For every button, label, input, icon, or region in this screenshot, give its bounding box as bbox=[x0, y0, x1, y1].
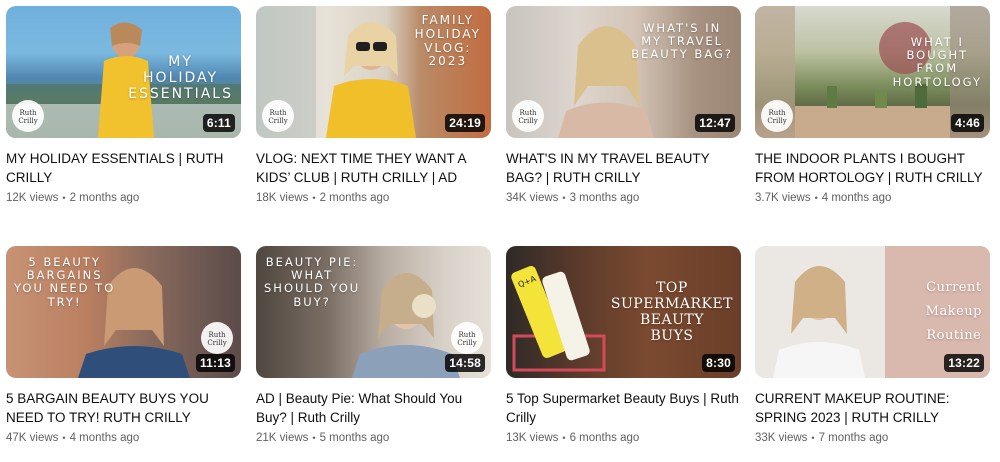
upload-age: 5 months ago bbox=[319, 432, 390, 444]
video-card[interactable]: FAMILY HOLIDAY VLOG: 2023 Ruth Crilly 24:… bbox=[256, 6, 491, 204]
upload-age: 3 months ago bbox=[569, 192, 640, 204]
svg-text:Ruth: Ruth bbox=[519, 109, 537, 117]
video-card[interactable]: Current Makeup Routine 13:22 CURRENT MAK… bbox=[755, 246, 990, 444]
view-count: 34K views bbox=[506, 192, 559, 204]
view-count: 21K views bbox=[256, 432, 309, 444]
video-card[interactable]: WHAT'S IN MY TRAVEL BEAUTY BAG? Ruth Cril… bbox=[506, 6, 741, 204]
svg-text:Ruth: Ruth bbox=[458, 331, 476, 339]
thumbnail-caption: WHAT I BOUGHT FROM HORTOLOGY bbox=[892, 35, 982, 89]
video-thumbnail[interactable]: WHAT I BOUGHT FROM HORTOLOGY Ruth Crilly … bbox=[755, 6, 990, 138]
video-title[interactable]: 5 Top Supermarket Beauty Buys | Ruth Cri… bbox=[506, 389, 741, 427]
video-card[interactable]: WHAT I BOUGHT FROM HORTOLOGY Ruth Crilly … bbox=[755, 6, 990, 204]
video-duration: 12:47 bbox=[695, 114, 735, 132]
video-thumbnail[interactable]: BEAUTY PIE: WHAT SHOULD YOU BUY? Ruth Cri… bbox=[256, 246, 491, 378]
upload-age: 2 months ago bbox=[319, 192, 390, 204]
meta-separator: • bbox=[312, 433, 316, 443]
video-thumbnail[interactable]: 5 BEAUTY BARGAINS YOU NEED TO TRY! Ruth C… bbox=[6, 246, 241, 378]
video-meta: 13K views • 6 months ago bbox=[506, 432, 741, 444]
thumbnail-caption: MY HOLIDAY ESSENTIALS bbox=[128, 54, 233, 103]
thumbnail-caption: Current Makeup Routine bbox=[925, 280, 982, 344]
video-meta: 18K views • 2 months ago bbox=[256, 192, 491, 204]
upload-age: 4 months ago bbox=[69, 432, 140, 444]
upload-age: 2 months ago bbox=[69, 192, 140, 204]
view-count: 3.7K views bbox=[755, 192, 811, 204]
view-count: 33K views bbox=[755, 432, 808, 444]
view-count: 18K views bbox=[256, 192, 309, 204]
channel-logo-icon: Ruth Crilly bbox=[262, 100, 294, 132]
svg-text:Ruth: Ruth bbox=[269, 109, 287, 117]
channel-logo-icon: Ruth Crilly bbox=[761, 100, 793, 132]
video-grid: MY HOLIDAY ESSENTIALS Ruth Crilly 6:11 MY… bbox=[0, 0, 1000, 462]
channel-logo-icon: Ruth Crilly bbox=[451, 322, 483, 354]
meta-separator: • bbox=[62, 433, 66, 443]
video-duration: 24:19 bbox=[445, 114, 485, 132]
video-card[interactable]: 5 BEAUTY BARGAINS YOU NEED TO TRY! Ruth C… bbox=[6, 246, 241, 444]
svg-text:Crilly: Crilly bbox=[518, 117, 537, 125]
view-count: 47K views bbox=[6, 432, 59, 444]
svg-text:Ruth: Ruth bbox=[208, 331, 226, 339]
meta-separator: • bbox=[312, 193, 316, 203]
video-title[interactable]: 5 BARGAIN BEAUTY BUYS YOU NEED TO TRY! R… bbox=[6, 389, 241, 427]
meta-separator: • bbox=[562, 193, 566, 203]
video-title[interactable]: CURRENT MAKEUP ROUTINE: SPRING 2023 | RU… bbox=[755, 389, 990, 427]
video-meta: 21K views • 5 months ago bbox=[256, 432, 491, 444]
video-thumbnail[interactable]: WHAT'S IN MY TRAVEL BEAUTY BAG? Ruth Cril… bbox=[506, 6, 741, 138]
svg-text:Crilly: Crilly bbox=[268, 117, 287, 125]
svg-text:Crilly: Crilly bbox=[18, 117, 37, 125]
video-duration: 11:13 bbox=[195, 354, 235, 372]
video-duration: 13:22 bbox=[944, 354, 984, 372]
video-meta: 33K views • 7 months ago bbox=[755, 432, 990, 444]
thumbnail-caption: FAMILY HOLIDAY VLOG: 2023 bbox=[414, 13, 481, 69]
channel-logo-icon: Ruth Crilly bbox=[201, 322, 233, 354]
thumbnail-caption: 5 BEAUTY BARGAINS YOU NEED TO TRY! bbox=[14, 255, 116, 309]
meta-separator: • bbox=[62, 193, 66, 203]
video-duration: 4:46 bbox=[951, 114, 984, 132]
svg-text:Ruth: Ruth bbox=[19, 109, 37, 117]
video-title[interactable]: AD | Beauty Pie: What Should You Buy? | … bbox=[256, 389, 491, 427]
svg-text:Crilly: Crilly bbox=[457, 339, 476, 347]
channel-logo-icon: Ruth Crilly bbox=[12, 100, 44, 132]
thumbnail-caption: WHAT'S IN MY TRAVEL BEAUTY BAG? bbox=[631, 21, 733, 62]
upload-age: 7 months ago bbox=[818, 432, 889, 444]
video-meta: 34K views • 3 months ago bbox=[506, 192, 741, 204]
svg-text:Crilly: Crilly bbox=[767, 117, 786, 125]
svg-text:Ruth: Ruth bbox=[768, 109, 786, 117]
view-count: 12K views bbox=[6, 192, 59, 204]
upload-age: 6 months ago bbox=[569, 432, 640, 444]
thumbnail-caption: BEAUTY PIE: WHAT SHOULD YOU BUY? bbox=[264, 255, 361, 309]
video-duration: 14:58 bbox=[445, 354, 485, 372]
view-count: 13K views bbox=[506, 432, 559, 444]
video-thumbnail[interactable]: Q+A TOP SUPERMARKET BEAUTY BUYS 8:30 bbox=[506, 246, 741, 378]
meta-separator: • bbox=[811, 433, 815, 443]
video-thumbnail[interactable]: MY HOLIDAY ESSENTIALS Ruth Crilly 6:11 bbox=[6, 6, 241, 138]
upload-age: 4 months ago bbox=[821, 192, 892, 204]
video-card[interactable]: Q+A TOP SUPERMARKET BEAUTY BUYS 8:30 5 T… bbox=[506, 246, 741, 444]
video-thumbnail[interactable]: Current Makeup Routine 13:22 bbox=[755, 246, 990, 378]
video-card[interactable]: BEAUTY PIE: WHAT SHOULD YOU BUY? Ruth Cri… bbox=[256, 246, 491, 444]
svg-text:Crilly: Crilly bbox=[207, 339, 226, 347]
video-duration: 6:11 bbox=[202, 114, 235, 132]
video-card[interactable]: MY HOLIDAY ESSENTIALS Ruth Crilly 6:11 MY… bbox=[6, 6, 241, 204]
video-title[interactable]: VLOG: NEXT TIME THEY WANT A KIDS’ CLUB |… bbox=[256, 149, 491, 187]
video-meta: 47K views • 4 months ago bbox=[6, 432, 241, 444]
video-title[interactable]: WHAT'S IN MY TRAVEL BEAUTY BAG? | RUTH C… bbox=[506, 149, 741, 187]
video-meta: 12K views • 2 months ago bbox=[6, 192, 241, 204]
video-duration: 8:30 bbox=[702, 354, 735, 372]
video-title[interactable]: THE INDOOR PLANTS I BOUGHT FROM HORTOLOG… bbox=[755, 149, 990, 187]
channel-logo-icon: Ruth Crilly bbox=[512, 100, 544, 132]
thumbnail-caption: TOP SUPERMARKET BEAUTY BUYS bbox=[610, 280, 733, 345]
video-title[interactable]: MY HOLIDAY ESSENTIALS | RUTH CRILLY bbox=[6, 149, 241, 187]
meta-separator: • bbox=[562, 433, 566, 443]
video-meta: 3.7K views • 4 months ago bbox=[755, 192, 990, 204]
video-thumbnail[interactable]: FAMILY HOLIDAY VLOG: 2023 Ruth Crilly 24:… bbox=[256, 6, 491, 138]
meta-separator: • bbox=[814, 193, 818, 203]
